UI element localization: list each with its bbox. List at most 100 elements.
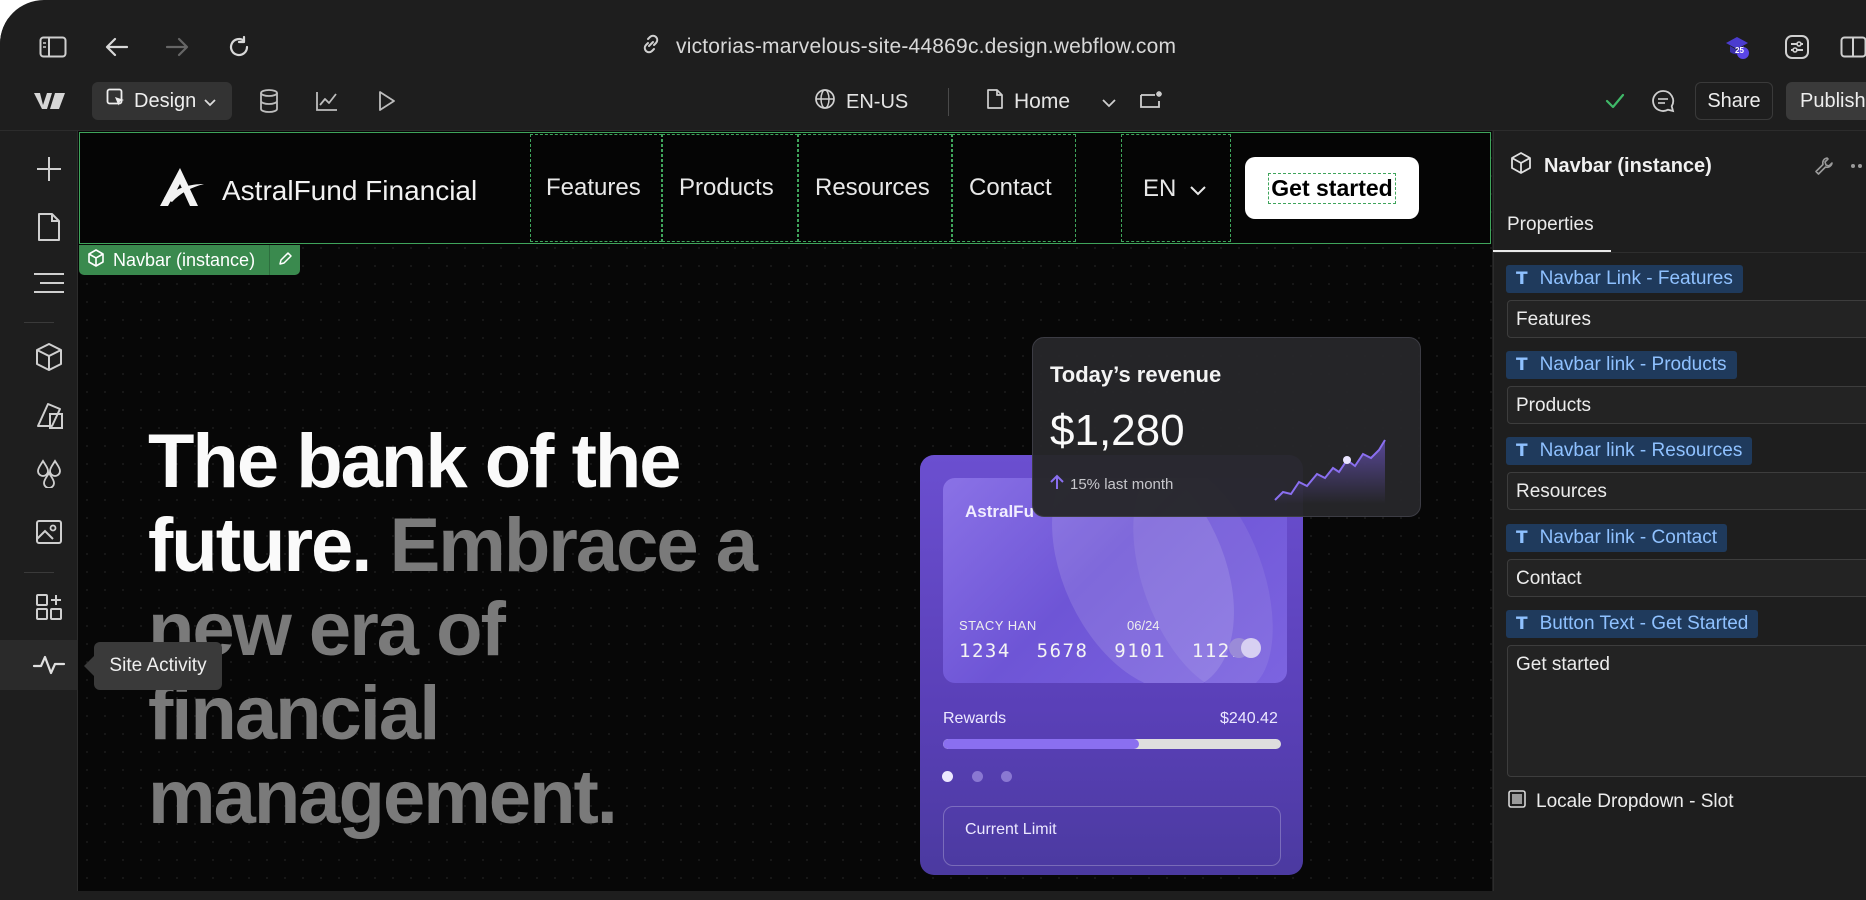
prop-label-text: Navbar Link - Features	[1539, 268, 1733, 289]
revenue-title: Today’s revenue	[1050, 362, 1222, 387]
prop-field-contact[interactable]: Contact	[1507, 559, 1866, 597]
design-mode-label: Design	[134, 89, 197, 112]
link-icon	[640, 33, 662, 61]
revenue-amount: $1,280	[1050, 406, 1185, 455]
design-mode-dropdown[interactable]: Design	[92, 82, 232, 120]
prop-label-features: T Navbar Link - Features	[1506, 265, 1743, 293]
prop-label-products: T Navbar link - Products	[1506, 351, 1737, 379]
text-type-icon: T	[1516, 355, 1528, 375]
card-expiry: 06/24	[1127, 618, 1160, 633]
leftbar-divider	[24, 322, 54, 323]
rewards-label: Rewards	[943, 710, 1007, 727]
extension-icon[interactable]: 25	[1722, 32, 1752, 62]
prop-label-text: Navbar link - Products	[1539, 354, 1727, 375]
split-view-icon[interactable]	[1840, 32, 1866, 62]
publish-button[interactable]: Publish	[1786, 82, 1866, 120]
chevron-down-icon	[1102, 90, 1116, 114]
settings-sliders-icon[interactable]	[1782, 32, 1812, 62]
hero-heading[interactable]: The bank of the future. Embrace a new er…	[148, 420, 788, 840]
prop-label-get-started: T Button Text - Get Started	[1506, 610, 1759, 638]
site-activity-tooltip: Site Activity	[84, 642, 222, 690]
database-icon[interactable]	[254, 86, 284, 116]
breakpoint-icon[interactable]	[1136, 86, 1166, 116]
assets-image-icon[interactable]	[32, 514, 66, 548]
language-dropdown[interactable]: EN	[1143, 175, 1207, 203]
page-selector[interactable]: Home	[986, 88, 1116, 116]
analytics-chart-icon[interactable]	[312, 86, 342, 116]
active-tab-indicator	[1493, 250, 1611, 252]
revenue-change: 15% last month	[1050, 474, 1173, 494]
text-type-icon: T	[1516, 614, 1528, 634]
prop-field-features[interactable]: Features	[1507, 300, 1866, 338]
locale-selector[interactable]: EN-US	[814, 88, 908, 116]
get-started-button[interactable]: Get started	[1245, 157, 1419, 219]
language-label: EN	[1143, 175, 1177, 202]
tag-divider	[269, 245, 271, 275]
carousel-dot[interactable]	[942, 771, 953, 782]
reload-icon[interactable]	[224, 32, 254, 62]
nav-link-contact[interactable]: Contact	[969, 174, 1052, 202]
page-label: Home	[1014, 90, 1071, 113]
extension-badge: 25	[1735, 46, 1744, 55]
chevron-down-icon	[1190, 175, 1207, 203]
current-limit-box: Current Limit	[943, 806, 1281, 866]
prop-label-contact: T Navbar link - Contact	[1506, 524, 1728, 552]
cursor-select-icon	[106, 88, 126, 114]
components-cube-icon[interactable]	[32, 340, 66, 374]
text-type-icon: T	[1516, 269, 1528, 289]
pages-icon[interactable]	[32, 210, 66, 244]
brand-logo[interactable]: AstralFund Financial	[156, 166, 477, 215]
astral-logo-icon	[156, 166, 206, 215]
app-window: victorias-marvelous-site-44869c.design.w…	[0, 0, 1866, 900]
card-number: 1234 5678 9101 1121	[959, 640, 1244, 662]
rewards-progress-fill	[943, 739, 1140, 749]
left-toolbar	[0, 131, 78, 891]
rewards-value: $240.42	[1220, 710, 1278, 727]
locale-dropdown-slot[interactable]: Locale Dropdown - Slot	[1508, 790, 1734, 814]
url-text: victorias-marvelous-site-44869c.design.w…	[676, 35, 1177, 58]
more-options-icon[interactable]	[1850, 152, 1866, 180]
sidebar-toggle-icon[interactable]	[38, 32, 68, 62]
prop-label-text: Button Text - Get Started	[1539, 613, 1749, 634]
nav-link-resources[interactable]: Resources	[815, 174, 930, 202]
webflow-logo-icon[interactable]	[32, 86, 66, 116]
checkmark-icon	[1600, 86, 1630, 116]
card-brand: AstralFu	[965, 502, 1034, 521]
variables-drops-icon[interactable]	[32, 456, 66, 490]
leftbar-divider	[24, 572, 54, 573]
back-arrow-icon[interactable]	[102, 32, 132, 62]
revenue-card[interactable]: Today’s revenue $1,280 15% last month	[1032, 337, 1421, 517]
pencil-edit-icon[interactable]	[278, 250, 292, 271]
forward-arrow-icon[interactable]	[162, 32, 192, 62]
apps-grid-icon[interactable]	[32, 590, 66, 624]
comment-icon[interactable]	[1648, 86, 1678, 116]
globe-icon	[814, 88, 836, 116]
panel-header: Navbar (instance)	[1510, 152, 1712, 180]
activity-pulse-icon[interactable]	[30, 648, 68, 682]
prop-label-text: Navbar link - Contact	[1539, 527, 1718, 548]
text-type-icon: T	[1516, 441, 1528, 461]
prop-label-resources: T Navbar link - Resources	[1506, 437, 1753, 465]
prop-field-resources[interactable]: Resources	[1507, 472, 1866, 510]
selection-tag[interactable]: Navbar (instance)	[79, 245, 301, 275]
selection-tag-label: Navbar (instance)	[113, 249, 256, 270]
revenue-sparkline	[1274, 439, 1386, 504]
preview-play-icon[interactable]	[372, 86, 402, 116]
get-started-label: Get started	[1268, 172, 1396, 204]
prop-field-get-started[interactable]: Get started	[1507, 645, 1866, 777]
carousel-dot[interactable]	[972, 771, 983, 782]
carousel-dot[interactable]	[1001, 771, 1012, 782]
add-plus-icon[interactable]	[32, 152, 66, 186]
tab-properties[interactable]: Properties	[1507, 214, 1594, 236]
card-chip-icon	[1241, 638, 1261, 658]
nav-link-features[interactable]: Features	[546, 174, 641, 202]
navigator-icon[interactable]	[30, 268, 68, 298]
prop-field-products[interactable]: Products	[1507, 386, 1866, 424]
style-selector-icon[interactable]	[32, 398, 66, 432]
nav-link-products[interactable]: Products	[679, 174, 774, 202]
slot-label: Locale Dropdown - Slot	[1536, 791, 1734, 812]
wrench-icon[interactable]	[1810, 152, 1838, 180]
address-bar[interactable]: victorias-marvelous-site-44869c.design.w…	[640, 32, 1176, 62]
share-button[interactable]: Share	[1695, 82, 1773, 120]
brand-name: AstralFund Financial	[222, 174, 478, 206]
